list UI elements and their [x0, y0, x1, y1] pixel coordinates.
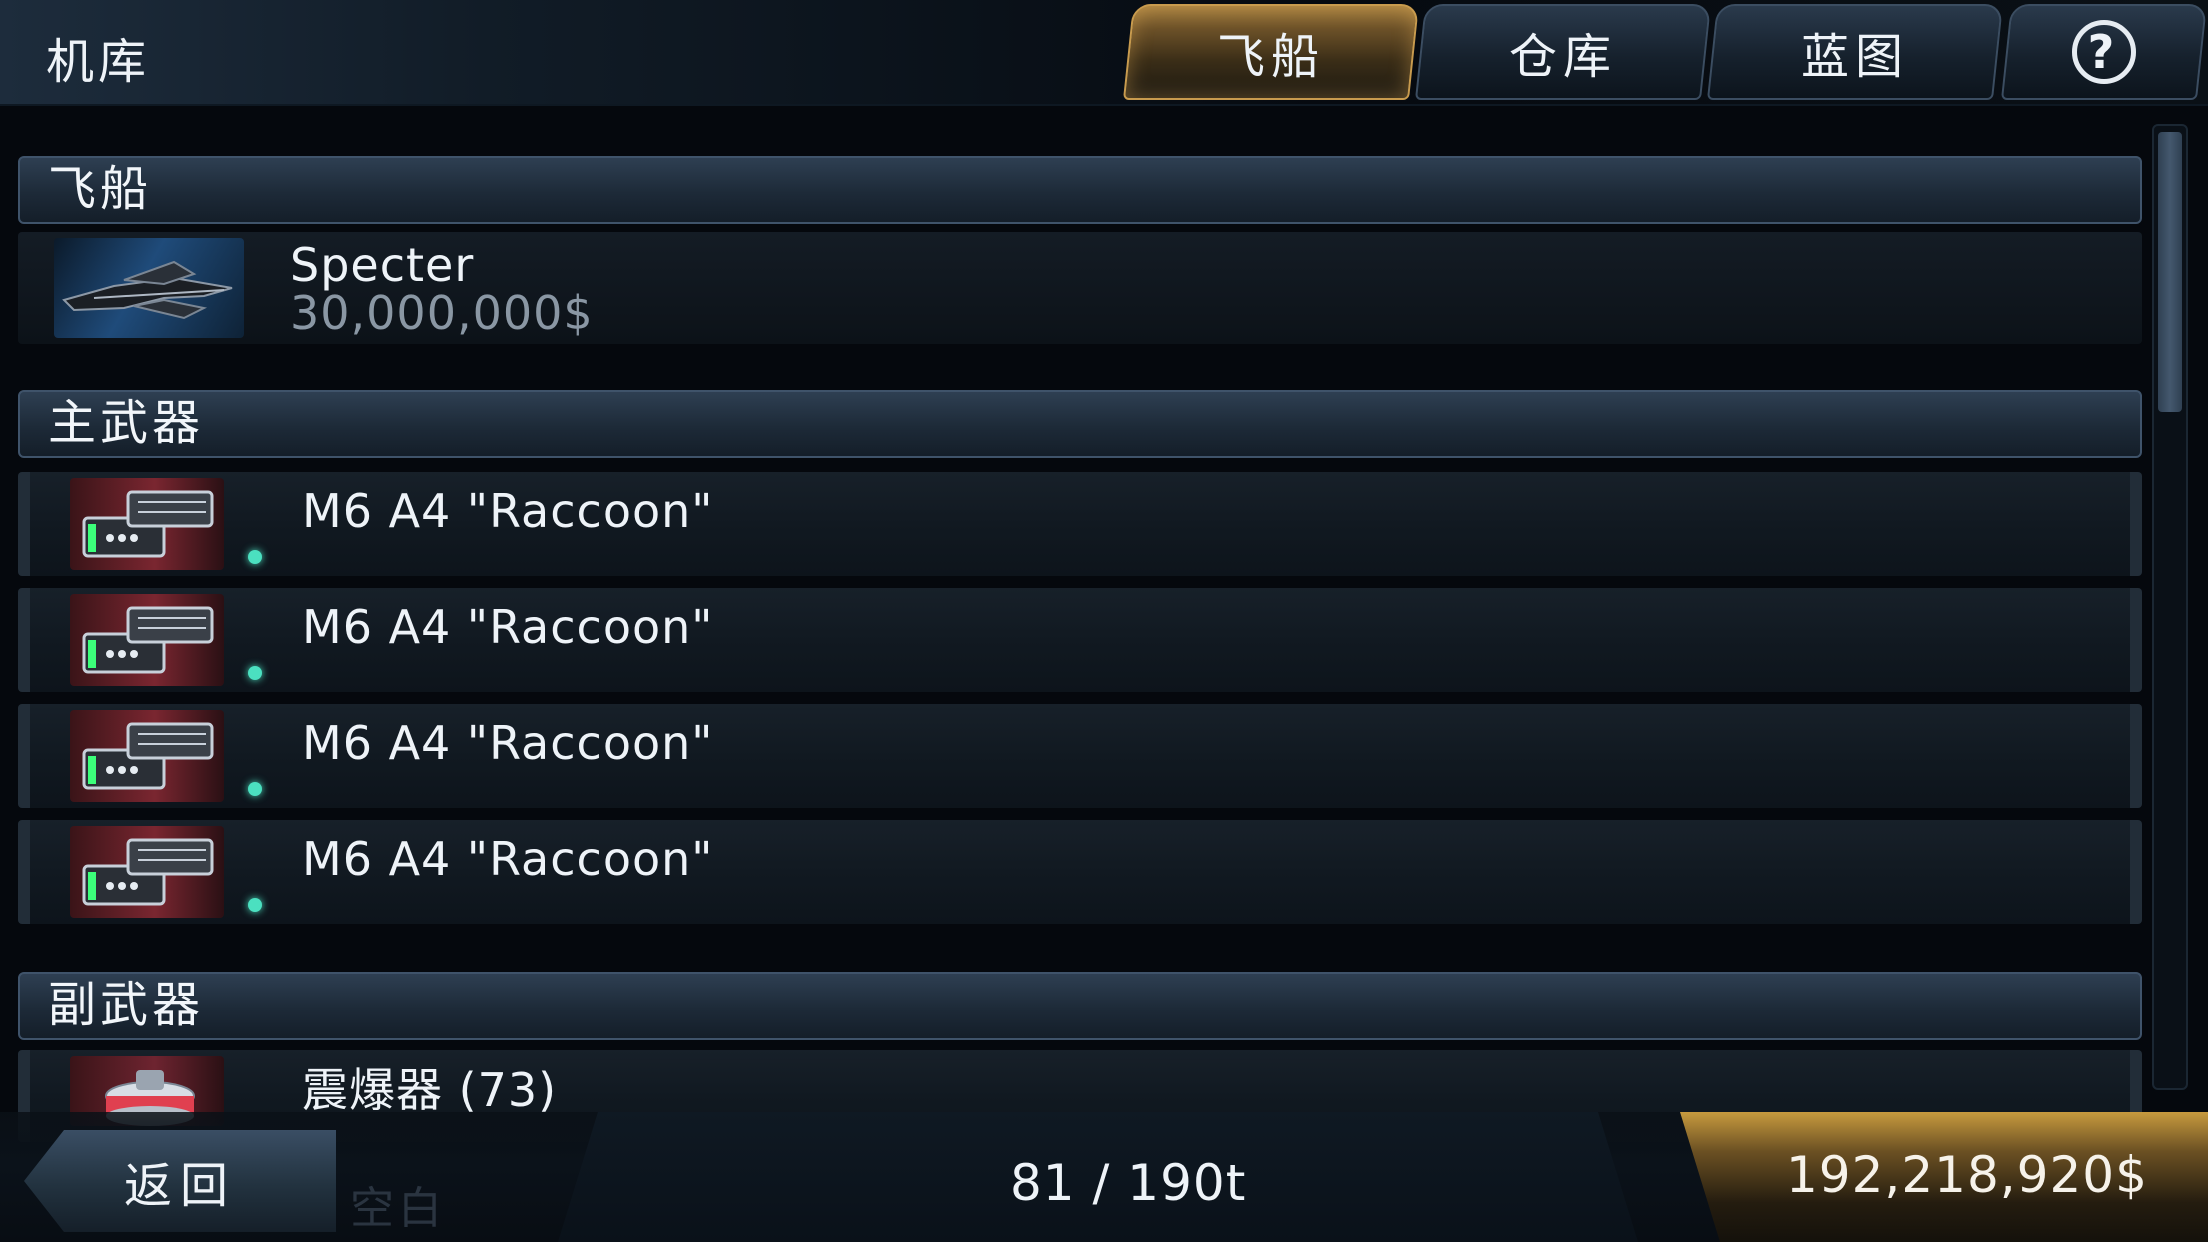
top-bar: 机库 飞船 仓库 蓝图 ?: [0, 0, 2208, 106]
primary-weapon-name: M6 A4 "Raccoon": [302, 716, 714, 770]
ship-name: Specter: [290, 238, 475, 292]
section-title-primary: 主武器: [48, 395, 205, 451]
scrollbar-thumb[interactable]: [2158, 132, 2182, 412]
primary-weapon-name: M6 A4 "Raccoon": [302, 484, 714, 538]
weapon-thumbnail: [70, 594, 224, 686]
scrollbar[interactable]: [2152, 124, 2188, 1090]
section-header-secondary: 副武器: [18, 972, 2142, 1040]
equipped-indicator: [248, 898, 262, 912]
ship-price: 30,000,000$: [290, 286, 594, 340]
ship-item[interactable]: Specter 30,000,000$: [18, 232, 2142, 344]
section-title-secondary: 副武器: [48, 977, 205, 1033]
secondary-weapon-name: 震爆器 (73): [302, 1063, 558, 1117]
primary-weapon-name: M6 A4 "Raccoon": [302, 832, 714, 886]
primary-weapon-item[interactable]: M6 A4 "Raccoon": [18, 472, 2142, 576]
ship-thumbnail: [54, 238, 244, 338]
primary-weapon-item[interactable]: M6 A4 "Raccoon": [18, 588, 2142, 692]
tab-ships[interactable]: 飞船: [1122, 4, 1420, 100]
back-button-label: 返回: [123, 1158, 236, 1214]
primary-weapon-name: M6 A4 "Raccoon": [302, 600, 714, 654]
tab-blueprints-label: 蓝图: [1800, 29, 1909, 85]
tab-storage-label: 仓库: [1508, 29, 1617, 85]
weapon-thumbnail: [70, 478, 224, 570]
primary-weapon-item[interactable]: M6 A4 "Raccoon": [18, 704, 2142, 808]
tab-blueprints[interactable]: 蓝图: [1706, 4, 2004, 100]
empty-slot-label: 空白: [350, 1183, 446, 1234]
section-header-primary: 主武器: [18, 390, 2142, 458]
tab-ships-label: 飞船: [1216, 29, 1325, 85]
weapon-thumbnail: [70, 710, 224, 802]
weapon-thumbnail: [70, 826, 224, 918]
equipped-indicator: [248, 782, 262, 796]
page-title: 机库: [46, 34, 151, 90]
equipped-indicator: [248, 550, 262, 564]
question-circle-icon: ?: [2072, 20, 2136, 84]
tab-storage[interactable]: 仓库: [1414, 4, 1712, 100]
help-button[interactable]: ?: [2000, 4, 2208, 100]
primary-weapon-item[interactable]: M6 A4 "Raccoon": [18, 820, 2142, 924]
money-balance: 192,218,920$: [1786, 1146, 2148, 1204]
cargo-capacity: 81 / 190t: [1010, 1154, 1247, 1212]
equipped-indicator: [248, 666, 262, 680]
section-header-ship: 飞船: [18, 156, 2142, 224]
back-button[interactable]: 返回: [24, 1130, 336, 1232]
section-title-ship: 飞船: [48, 161, 153, 217]
